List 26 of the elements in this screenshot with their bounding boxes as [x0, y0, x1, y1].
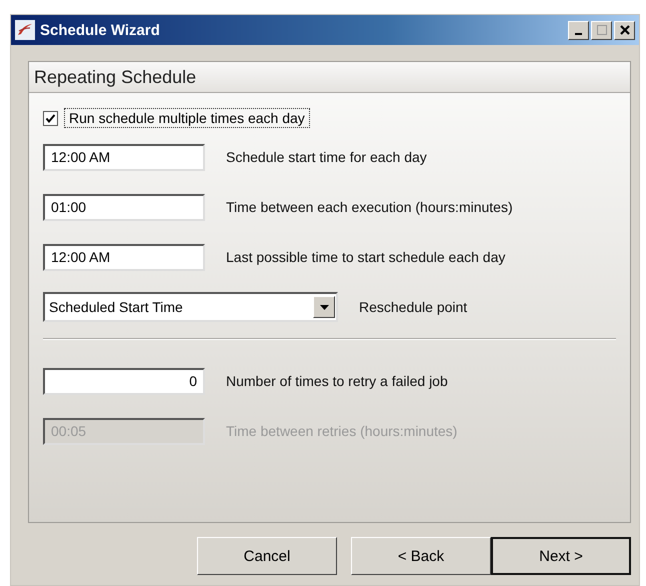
window-title: Schedule Wizard: [40, 22, 161, 38]
checkbox-label[interactable]: Run schedule multiple times each day: [64, 108, 310, 128]
dialog-button[interactable]: < Back: [351, 537, 491, 575]
input-field[interactable]: 12:00 AM: [43, 144, 205, 170]
minimize-button[interactable]: [568, 20, 589, 40]
minimize-icon: [575, 33, 582, 35]
input-field[interactable]: 01:00: [43, 194, 205, 220]
app-logo-icon: [15, 20, 35, 40]
close-icon: [618, 24, 630, 36]
field-label: Time between retries (hours:minutes): [226, 423, 458, 439]
input-field[interactable]: 0: [43, 368, 205, 394]
field-label: Schedule start time for each day: [226, 149, 427, 165]
close-button[interactable]: [614, 20, 635, 40]
maximize-button[interactable]: [591, 20, 612, 40]
dialog-button[interactable]: Next >: [491, 537, 631, 575]
input-field[interactable]: 12:00 AM: [43, 244, 205, 270]
maximize-icon: [596, 24, 608, 36]
checkbox[interactable]: [43, 110, 58, 126]
caret-icon: [320, 304, 328, 310]
field-label: Last possible time to start schedule each day: [226, 249, 506, 265]
field-label: Number of times to retry a failed job: [226, 373, 448, 389]
section-title: Repeating Schedule: [34, 66, 196, 88]
field-label: Time between each execution (hours:minutes): [226, 199, 513, 215]
field-label: Reschedule point: [359, 299, 468, 315]
dropdown[interactable]: Scheduled Start Time: [43, 292, 338, 322]
dialog-button[interactable]: Cancel: [197, 537, 337, 575]
